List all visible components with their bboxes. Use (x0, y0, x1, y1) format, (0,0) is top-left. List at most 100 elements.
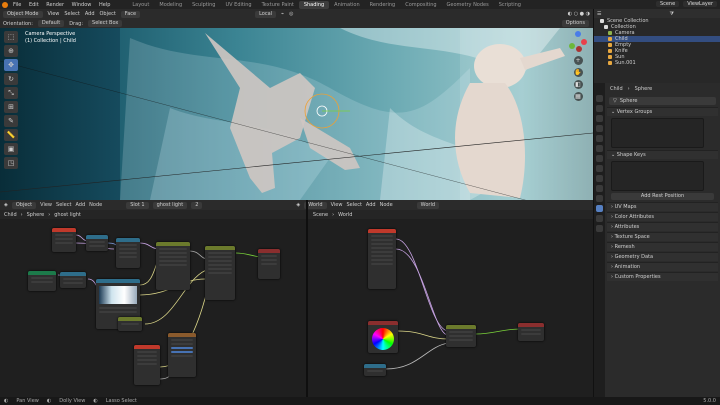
menu-edit[interactable]: Edit (29, 2, 39, 8)
nr-menu-node[interactable]: Node (380, 202, 393, 208)
menu-help[interactable]: Help (99, 2, 110, 8)
camera-view-icon[interactable]: ◧ (573, 80, 583, 89)
world-node-editor[interactable] (308, 219, 593, 397)
extra-tool-icon[interactable]: ◳ (4, 157, 18, 169)
zoom-icon[interactable]: + (573, 56, 583, 65)
constraints-tab-icon[interactable] (596, 195, 603, 202)
world-tab-icon[interactable] (596, 145, 603, 152)
snap-icon[interactable]: ⌁ (281, 11, 284, 17)
move-tool-icon[interactable]: ✥ (4, 59, 18, 71)
data-tab-icon[interactable] (596, 205, 603, 212)
vertex-groups-list[interactable] (611, 118, 704, 148)
nr-menu-view[interactable]: View (331, 202, 343, 208)
section-uv-maps[interactable]: › UV Maps (607, 202, 718, 211)
vp-menu-add[interactable]: Add (85, 11, 95, 17)
shading-icons[interactable]: ◐ ○ ● ◑ (568, 11, 590, 17)
view-layer-field[interactable]: ViewLayer (683, 1, 717, 7)
outliner-type-icon[interactable]: ☰ (597, 11, 601, 17)
nr-menu-select[interactable]: Select (346, 202, 361, 208)
object-tab-icon[interactable] (596, 155, 603, 162)
menu-render[interactable]: Render (46, 2, 64, 8)
pan-icon[interactable]: ✋ (573, 68, 583, 77)
add-cube-tool-icon[interactable]: ▣ (4, 143, 18, 155)
breadcrumb-child[interactable]: Child (4, 212, 17, 218)
tab-sculpting[interactable]: Sculpting (187, 1, 220, 9)
vp-menu-view[interactable]: View (48, 11, 60, 17)
node-noise-texture[interactable] (116, 238, 140, 268)
tab-modeling[interactable]: Modeling (154, 1, 187, 9)
menu-file[interactable]: File (13, 2, 21, 8)
breadcrumb-material[interactable]: ghost light (54, 212, 81, 218)
section-vertex-groups[interactable]: ⌄ Vertex Groups (607, 107, 718, 116)
vp-menu-select[interactable]: Select (64, 11, 79, 17)
particles-tab-icon[interactable] (596, 175, 603, 182)
render-tab-icon[interactable] (596, 105, 603, 112)
node-emission[interactable] (168, 333, 196, 377)
tab-shading[interactable]: Shading (298, 0, 330, 9)
node-mix-shader-1[interactable] (156, 242, 190, 290)
axis-gizmo-icon[interactable] (567, 31, 589, 53)
world-field[interactable]: World (416, 201, 440, 209)
outliner-item-sun-001[interactable]: Sun.001 (594, 60, 720, 66)
section-attributes[interactable]: › Attributes (607, 222, 718, 231)
output-tab-icon[interactable] (596, 115, 603, 122)
menu-window[interactable]: Window (72, 2, 92, 8)
face-button[interactable]: Face (120, 10, 141, 18)
3d-viewport[interactable]: Camera Perspective (1) Collection | Chil… (0, 28, 593, 200)
node-hsv-color[interactable] (368, 321, 398, 353)
section-geometry-data[interactable]: › Geometry Data (607, 252, 718, 261)
drag-dropdown[interactable]: Select Box (88, 20, 123, 27)
breadcrumb-scene[interactable]: Scene (313, 212, 328, 218)
view-layer-tab-icon[interactable] (596, 125, 603, 132)
node-value[interactable] (364, 364, 386, 376)
node-mapping[interactable] (86, 235, 108, 251)
select-tool-icon[interactable]: ⬚ (4, 31, 18, 43)
breadcrumb-sphere[interactable]: Sphere (27, 212, 45, 218)
tab-uv-editing[interactable]: UV Editing (220, 1, 256, 9)
node-material-output[interactable] (258, 249, 280, 279)
proportional-icon[interactable]: ◎ (289, 11, 293, 17)
section-remesh[interactable]: › Remesh (607, 242, 718, 251)
section-texture-space[interactable]: › Texture Space (607, 232, 718, 241)
scene-tab-icon[interactable] (596, 135, 603, 142)
texture-tab-icon[interactable] (596, 225, 603, 232)
node-texture-coordinate[interactable] (52, 228, 76, 252)
nr-menu-add[interactable]: Add (366, 202, 376, 208)
material-node-editor[interactable] (0, 219, 306, 397)
physics-tab-icon[interactable] (596, 185, 603, 192)
section-color-attributes[interactable]: › Color Attributes (607, 212, 718, 221)
tab-layout[interactable]: Layout (127, 1, 154, 9)
node-world-output[interactable] (518, 323, 544, 341)
filter-icon[interactable]: ⧩ (669, 11, 673, 17)
material-field[interactable]: ghost light (152, 201, 188, 209)
mesh-name-field[interactable]: ▽ Sphere (609, 97, 716, 105)
nl-menu-add[interactable]: Add (75, 202, 85, 208)
ortho-toggle-icon[interactable]: ▦ (573, 92, 583, 101)
tab-animation[interactable]: Animation (329, 1, 365, 9)
material-tab-icon[interactable] (596, 215, 603, 222)
vp-menu-object[interactable]: Object (100, 11, 116, 17)
nl-menu-node[interactable]: Node (89, 202, 102, 208)
measure-tool-icon[interactable]: 📏 (4, 129, 18, 141)
tab-geometry-nodes[interactable]: Geometry Nodes (442, 1, 494, 9)
world-editor-icon[interactable]: ◈ (296, 202, 300, 208)
scene-field[interactable]: Scene (655, 1, 680, 7)
material-users[interactable]: 2 (191, 201, 203, 209)
pivot-dropdown[interactable]: Local (255, 10, 277, 18)
node-object-info[interactable] (28, 271, 56, 291)
tab-compositing[interactable]: Compositing (400, 1, 441, 9)
tab-texture-paint[interactable]: Texture Paint (257, 1, 299, 9)
node-principled-bsdf[interactable] (205, 246, 235, 300)
nl-menu-view[interactable]: View (40, 202, 52, 208)
section-shape-keys[interactable]: ⌄ Shape Keys (607, 150, 718, 159)
orientation-dropdown[interactable]: Default (37, 20, 65, 27)
node-geometry[interactable] (134, 345, 160, 385)
section-custom-properties[interactable]: › Custom Properties (607, 272, 718, 281)
options-dropdown[interactable]: Options (561, 20, 589, 27)
node-color-ramp[interactable] (118, 317, 142, 331)
breadcrumb-world[interactable]: World (338, 212, 352, 218)
cursor-tool-icon[interactable]: ⊕ (4, 45, 18, 57)
modifier-tab-icon[interactable] (596, 165, 603, 172)
node-background[interactable] (446, 325, 476, 347)
blender-logo-icon[interactable] (2, 1, 8, 8)
